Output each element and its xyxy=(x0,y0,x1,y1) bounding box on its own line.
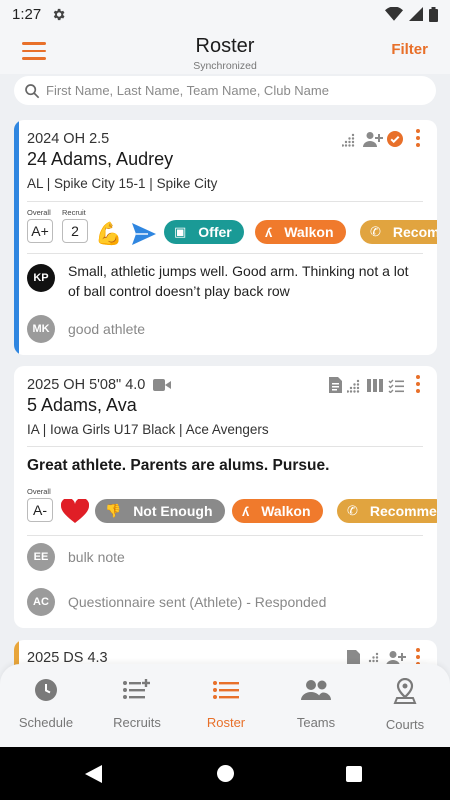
status-time: 1:27 xyxy=(12,5,42,23)
athlete-card[interactable]: 2024 OH 2.5 24 Adams, Audrey AL | Spike … xyxy=(14,120,437,355)
add-person-icon[interactable] xyxy=(363,131,383,147)
recruit-label: Recruit xyxy=(62,208,86,217)
phone-icon: ✆ xyxy=(347,503,358,518)
nav-label: Recruits xyxy=(113,715,161,730)
money-icon: ▣ xyxy=(174,224,187,239)
system-navigation-bar xyxy=(0,747,450,800)
note-item[interactable]: KP Small, athletic jumps well. Good arm.… xyxy=(27,261,418,301)
divider xyxy=(27,253,423,254)
divider xyxy=(27,446,423,447)
video-camera-icon[interactable] xyxy=(153,379,172,391)
recommend-label: Recomme xyxy=(369,503,437,519)
clock-icon xyxy=(35,679,57,701)
not-enough-button[interactable]: 👎 Not Enough xyxy=(95,499,225,523)
athlete-card[interactable]: 2025 OH 5'08" 4.0 5 Adams, Ava IA | Iowa… xyxy=(14,366,437,628)
athlete-info: 2024 OH 2.5 xyxy=(27,131,110,147)
list-icon xyxy=(213,681,239,699)
note-item[interactable]: MK good athlete xyxy=(27,315,145,343)
overall-grade[interactable]: A+ xyxy=(27,219,53,243)
recommend-button[interactable]: ✆ Recomme xyxy=(337,499,437,523)
heart-icon[interactable] xyxy=(61,499,89,524)
search-input[interactable] xyxy=(46,83,426,98)
home-icon[interactable] xyxy=(217,765,234,782)
note-text: bulk note xyxy=(68,549,125,565)
card-accent xyxy=(14,120,19,355)
thumbs-down-icon: 👎 xyxy=(105,503,122,518)
offer-button[interactable]: ▣ Offer xyxy=(164,220,244,244)
wifi-icon xyxy=(385,7,403,21)
walkon-label: Walkon xyxy=(261,503,311,519)
search-icon xyxy=(25,83,40,98)
athlete-name: 24 Adams, Audrey xyxy=(27,149,174,169)
map-pin-icon xyxy=(393,677,417,704)
walkon-label: Walkon xyxy=(284,224,334,240)
avatar: KP xyxy=(27,264,55,292)
nav-roster[interactable]: Roster xyxy=(181,678,271,730)
nav-schedule[interactable]: Schedule xyxy=(1,678,91,730)
athlete-name: 5 Adams, Ava xyxy=(27,395,137,415)
not-enough-label: Not Enough xyxy=(133,503,213,519)
highlight-note: Great athlete. Parents are alums. Pursue… xyxy=(27,457,330,474)
people-icon xyxy=(301,680,331,700)
nav-label: Teams xyxy=(296,715,336,730)
recommend-label: Recom xyxy=(392,224,437,240)
nav-label: Courts xyxy=(385,717,425,732)
sync-status: Synchronized xyxy=(193,60,257,72)
flexed-arm-icon[interactable]: 💪 xyxy=(95,222,122,246)
overall-grade[interactable]: A- xyxy=(27,498,53,522)
walkon-button[interactable]: ʎ Walkon xyxy=(232,499,323,523)
app-header: Roster Synchronized Filter xyxy=(0,28,450,74)
recommend-button[interactable]: ✆ Recom xyxy=(360,220,437,244)
gear-icon xyxy=(53,8,65,20)
battery-icon xyxy=(429,6,438,22)
overall-label: Overall xyxy=(27,208,51,217)
checklist-icon[interactable] xyxy=(388,378,404,393)
avatar: MK xyxy=(27,315,55,343)
note-text: Questionnaire sent (Athlete) - Responded xyxy=(68,594,327,610)
athlete-club: IA | Iowa Girls U17 Black | Ace Avengers xyxy=(27,422,269,437)
bottom-navigation: Schedule Recruits Roster Teams Courts xyxy=(0,664,450,747)
avatar: AC xyxy=(27,588,55,616)
check-circle-icon[interactable] xyxy=(387,131,403,147)
athlete-info-text: 2025 OH 5'08" 4.0 xyxy=(27,377,146,393)
columns-icon[interactable] xyxy=(367,379,383,392)
nav-recruits[interactable]: Recruits xyxy=(92,678,182,730)
recents-icon[interactable] xyxy=(346,766,362,782)
walk-icon: ʎ xyxy=(242,503,250,519)
note-text: Small, athletic jumps well. Good arm. Th… xyxy=(68,263,409,299)
nav-label: Roster xyxy=(206,715,246,730)
more-options-icon[interactable] xyxy=(416,129,422,150)
signal-icon xyxy=(409,7,423,21)
note-item[interactable]: EE bulk note xyxy=(27,543,125,571)
recruit-grade[interactable]: 2 xyxy=(62,219,88,243)
more-options-icon[interactable] xyxy=(416,375,422,396)
divider xyxy=(27,535,423,536)
offer-label: Offer xyxy=(198,224,232,240)
avatar: EE xyxy=(27,543,55,571)
walkon-button[interactable]: ʎ Walkon xyxy=(255,220,346,244)
status-bar: 1:27 xyxy=(0,0,450,28)
note-text: good athlete xyxy=(68,321,146,337)
divider xyxy=(27,201,423,202)
list-add-icon xyxy=(123,679,150,699)
athlete-club: AL | Spike City 15-1 | Spike City xyxy=(27,176,218,191)
nav-courts[interactable]: Courts xyxy=(360,677,450,732)
phone-icon: ✆ xyxy=(370,224,381,239)
page-title: Roster xyxy=(195,35,255,57)
filter-button[interactable]: Filter xyxy=(391,41,428,58)
nav-label: Schedule xyxy=(18,715,74,730)
nav-teams[interactable]: Teams xyxy=(271,678,361,730)
document-icon[interactable] xyxy=(329,377,342,393)
back-icon[interactable] xyxy=(85,765,102,783)
bar-chart-icon[interactable] xyxy=(342,133,356,147)
search-bar xyxy=(14,76,436,105)
walk-icon: ʎ xyxy=(265,224,273,240)
overall-label: Overall xyxy=(27,487,51,496)
send-icon[interactable] xyxy=(131,222,157,246)
athlete-info: 2025 OH 5'08" 4.0 xyxy=(27,377,269,393)
bar-chart-icon[interactable] xyxy=(347,379,361,393)
note-item[interactable]: AC Questionnaire sent (Athlete) - Respon… xyxy=(27,588,326,616)
